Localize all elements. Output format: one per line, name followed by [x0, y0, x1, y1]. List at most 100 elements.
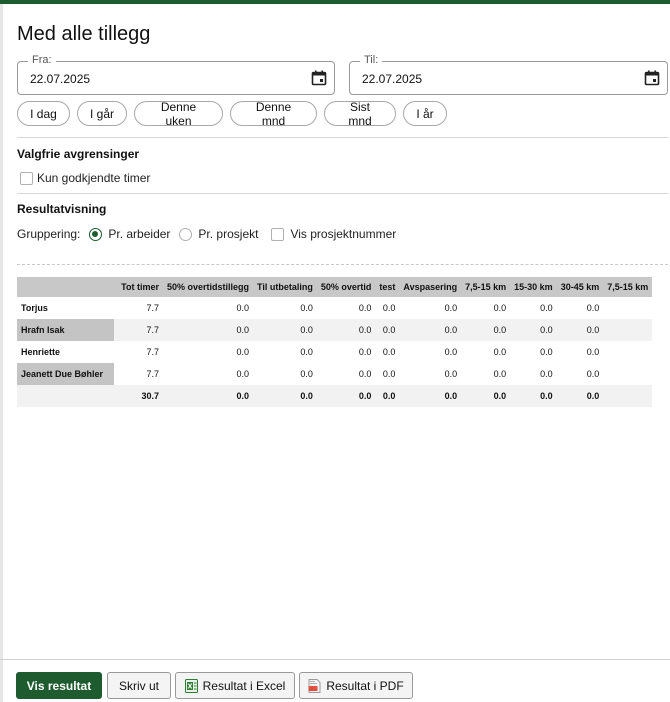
quick-range-this-week[interactable]: Denne uken: [134, 100, 223, 128]
table-cell: 7.7: [146, 303, 159, 313]
table-cell: 0.0: [444, 369, 458, 379]
table-cell: 0.0: [382, 347, 396, 357]
table-cell: 0.0: [540, 369, 553, 379]
approved-only-label: Kun godkjendte timer: [37, 171, 151, 185]
group-by-project-radio[interactable]: [179, 227, 193, 241]
table-cell: 0.0: [375, 319, 400, 341]
table-cell: 0.0: [253, 385, 317, 407]
table-cell: 7.7: [146, 347, 159, 357]
table-cell: 0.0: [375, 385, 400, 407]
table-cell: 0.0: [382, 303, 396, 313]
table-cell: 0.0: [163, 385, 254, 407]
table-row[interactable]: Hrafn Isak 7.7 0.0 0.0 0.0 0.0 0.0 0.0 0…: [17, 319, 653, 341]
table-cell: [603, 341, 652, 363]
table-cell: [603, 319, 653, 341]
column-header: Tot timer: [114, 277, 163, 297]
date-from-value[interactable]: 22.07.2025: [30, 72, 90, 86]
column-header: 50% overtidstillegg: [163, 277, 254, 297]
show-project-number-checkbox[interactable]: [271, 227, 285, 241]
table-cell: 0.0: [540, 347, 553, 357]
export-pdf-button[interactable]: Resultat i PDF: [299, 672, 413, 699]
column-header: Til utbetaling: [253, 277, 317, 297]
table-cell: 0.0: [163, 319, 254, 341]
table-cell: 0.0: [586, 303, 600, 313]
filters-title: Valgfrie avgrensinger: [17, 147, 140, 161]
table-cell: 0.0: [586, 347, 600, 357]
print-button[interactable]: Skriv ut: [107, 672, 171, 699]
top-accent-bar: [0, 0, 670, 4]
display-title: Resultatvisning: [17, 202, 107, 216]
table-cell: 0.0: [236, 303, 250, 313]
grouping-row: Gruppering: Pr. arbeider Pr. prosjekt Vi…: [17, 227, 396, 241]
approved-only-option[interactable]: Kun godkjendte timer: [20, 171, 150, 185]
table-cell: 0.0: [510, 385, 557, 407]
total-row: 30.7 0.0 0.0 0.0 0.0 0.0 0.0 0.0 0.0: [17, 385, 653, 407]
date-to-value[interactable]: 22.07.2025: [362, 72, 422, 86]
quick-range-buttons: I dag I går Denne uken Denne mnd Sist mn…: [17, 100, 447, 128]
table-cell: 0.0: [316, 319, 376, 341]
table-cell: 0.0: [358, 369, 372, 379]
quick-range-last-month[interactable]: Sist mnd: [324, 100, 396, 128]
calendar-icon[interactable]: [311, 70, 327, 86]
table-cell: [603, 363, 652, 385]
table-row[interactable]: Henriette 7.7 0.0 0.0 0.0 0.0 0.0 0.0 0.…: [17, 341, 652, 363]
group-by-project-label[interactable]: Pr. prosjekt: [198, 227, 258, 241]
date-to-field[interactable]: Til: 22.07.2025: [349, 54, 668, 95]
table-cell: 30.7: [114, 385, 163, 407]
page-title: Med alle tillegg: [17, 23, 151, 45]
grouping-label: Gruppering:: [17, 227, 81, 241]
worker-name: Jeanett Due Bøhler: [17, 363, 114, 385]
calendar-icon[interactable]: [644, 70, 660, 86]
date-to-label: Til:: [360, 54, 383, 66]
pdf-icon: [308, 678, 321, 693]
left-border: [0, 4, 3, 702]
show-project-number-label: Vis prosjektnummer: [290, 227, 397, 241]
table-cell: 0.0: [493, 303, 507, 313]
column-header: 15-30 km: [510, 277, 557, 297]
table-cell: 0.0: [300, 303, 313, 313]
worker-name: Henriette: [21, 347, 61, 357]
table-header-row: Tot timer 50% overtidstillegg Til utbeta…: [17, 277, 653, 297]
show-result-button[interactable]: Vis resultat: [16, 672, 102, 699]
table-cell: 0.0: [358, 347, 372, 357]
footer-divider: [0, 659, 670, 660]
table-cell: 0.0: [300, 347, 313, 357]
table-cell: 0.0: [540, 303, 553, 313]
date-from-label: Fra:: [28, 54, 56, 66]
quick-range-this-month[interactable]: Denne mnd: [230, 100, 317, 128]
table-cell: 0.0: [493, 347, 507, 357]
divider: [17, 137, 668, 138]
table-cell: 7.7: [146, 369, 159, 379]
table-cell: 0.0: [444, 303, 458, 313]
table-cell: 0.0: [236, 347, 250, 357]
table-cell: 7.7: [114, 319, 163, 341]
total-label: [17, 385, 114, 407]
table-cell: 0.0: [253, 319, 317, 341]
column-header: 7,5-15 km: [603, 277, 653, 297]
table-cell: 0.0: [236, 369, 250, 379]
table-cell: 0.0: [399, 319, 462, 341]
table-row[interactable]: Jeanett Due Bøhler 7.7 0.0 0.0 0.0 0.0 0…: [17, 363, 652, 385]
table-cell: [603, 297, 652, 319]
table-cell: 0.0: [444, 347, 458, 357]
quick-range-yesterday[interactable]: I går: [77, 101, 127, 126]
result-table: Tot timer 50% overtidstillegg Til utbeta…: [17, 277, 653, 407]
column-header: 50% overtid: [316, 277, 376, 297]
export-excel-button[interactable]: Resultat i Excel: [175, 672, 295, 699]
column-header: test: [375, 277, 400, 297]
quick-range-this-year[interactable]: I år: [403, 101, 447, 126]
quick-range-today[interactable]: I dag: [17, 101, 70, 126]
column-header: Avspasering: [399, 277, 462, 297]
table-cell: 0.0: [510, 319, 557, 341]
group-by-worker-radio[interactable]: [89, 227, 103, 241]
table-cell: 0.0: [382, 369, 396, 379]
table-cell: 0.0: [461, 319, 511, 341]
table-row[interactable]: Torjus 7.7 0.0 0.0 0.0 0.0 0.0 0.0 0.0 0…: [17, 297, 652, 319]
worker-name: Hrafn Isak: [17, 319, 114, 341]
worker-name: Torjus: [21, 303, 48, 313]
table-cell: 0.0: [556, 319, 604, 341]
divider: [17, 193, 668, 194]
date-from-field[interactable]: Fra: 22.07.2025: [17, 54, 335, 95]
approved-only-checkbox[interactable]: [20, 171, 33, 185]
group-by-worker-label[interactable]: Pr. arbeider: [108, 227, 170, 241]
